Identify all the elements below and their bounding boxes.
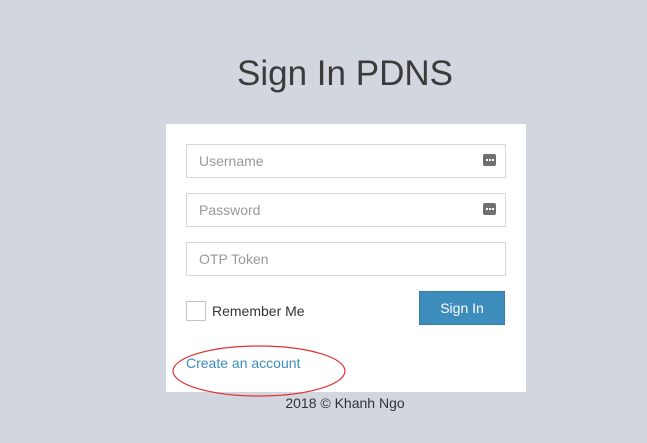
username-input[interactable] — [187, 145, 505, 177]
page-title: Sign In PDNS — [237, 54, 453, 93]
login-box: Remember Me Sign In Create an account — [166, 124, 526, 392]
otp-input[interactable] — [187, 243, 505, 275]
keyboard-icon[interactable] — [483, 203, 496, 215]
footer-text: 2018 © Khanh Ngo — [285, 395, 405, 411]
remember-me-checkbox[interactable] — [186, 301, 206, 321]
create-account-link[interactable]: Create an account — [186, 355, 300, 371]
username-field[interactable] — [186, 144, 506, 178]
sign-in-button[interactable]: Sign In — [419, 291, 505, 325]
remember-me-label[interactable]: Remember Me — [212, 303, 305, 319]
keyboard-icon[interactable] — [483, 154, 496, 166]
password-field[interactable] — [186, 193, 506, 227]
password-input[interactable] — [187, 194, 505, 226]
otp-field[interactable] — [186, 242, 506, 276]
